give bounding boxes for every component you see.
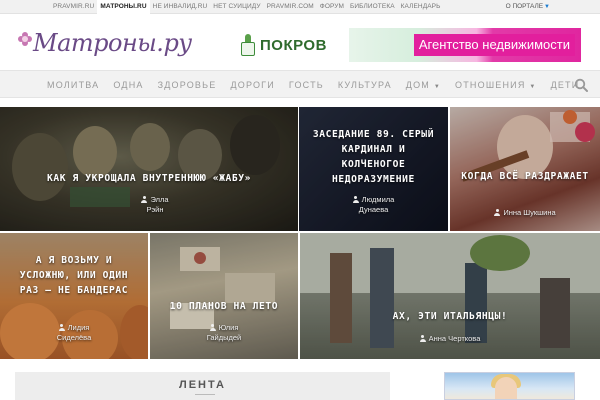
tile-title: Заседание 89. Серый кардинал и колченого… bbox=[312, 129, 435, 185]
feed-heading: ЛЕНТА bbox=[179, 379, 226, 391]
tile-title: А я возьму и усложню, или Один раз — не … bbox=[19, 255, 129, 296]
network-link-calendar[interactable]: КАЛЕНДАРЬ bbox=[398, 0, 444, 14]
pokrov-label: ПОКРОВ bbox=[260, 36, 327, 54]
logo-text: Матроны.ру bbox=[33, 29, 192, 57]
tile-author: Лидия Сиделёва bbox=[56, 323, 92, 342]
article-tile[interactable]: Когда всё раздражает Инна Шукшина bbox=[450, 107, 600, 231]
tile-title: Когда всё раздражает bbox=[461, 171, 589, 182]
article-tile[interactable]: 10 планов на лето Юлия Гайдыдей bbox=[150, 233, 298, 359]
main-nav: МОЛИТВА ОДНА ЗДОРОВЬЕ ДОРОГИ ГОСТЬ КУЛЬТ… bbox=[0, 70, 600, 98]
tile-author: Анна Черткова bbox=[300, 334, 600, 344]
sidebar-ad[interactable] bbox=[444, 372, 575, 400]
network-link-library[interactable]: БИБЛИОТЕКА bbox=[347, 0, 398, 14]
site-logo[interactable]: Матроны.ру bbox=[18, 26, 192, 60]
user-icon bbox=[494, 209, 501, 216]
tile-author: Элла Рэйн bbox=[55, 195, 255, 215]
user-icon bbox=[352, 196, 359, 203]
nav-item-dom[interactable]: ДОМ ▼ bbox=[399, 71, 448, 99]
tile-author: Инна Шукшина bbox=[450, 208, 600, 218]
network-link-pravmir[interactable]: PRAVMIR.RU bbox=[50, 0, 97, 14]
network-links: PRAVMIR.RU МАТРОНЫ.RU НЕ ИНВАЛИД.RU НЕТ … bbox=[50, 0, 443, 14]
tile-author: Людмила Дунаева bbox=[299, 195, 448, 215]
network-bar: PRAVMIR.RU МАТРОНЫ.RU НЕ ИНВАЛИД.RU НЕТ … bbox=[0, 0, 600, 14]
nav-item-otnosheniya[interactable]: ОТНОШЕНИЯ ▼ bbox=[448, 71, 544, 99]
about-portal-label: О ПОРТАЛЕ bbox=[505, 3, 544, 10]
nav-item-molitva[interactable]: МОЛИТВА bbox=[40, 71, 106, 99]
feed-divider bbox=[195, 394, 215, 398]
article-tile[interactable]: Заседание 89. Серый кардинал и колченого… bbox=[299, 107, 448, 231]
search-icon[interactable] bbox=[574, 78, 588, 92]
feed-section: ЛЕНТА bbox=[15, 372, 390, 400]
network-link-netsuicidu[interactable]: НЕТ СУИЦИДУ bbox=[210, 0, 263, 14]
article-tile[interactable]: Как я укрощала внутреннюю «жабу» Элла Рэй… bbox=[0, 107, 298, 231]
nav-item-gost[interactable]: ГОСТЬ bbox=[282, 71, 331, 99]
user-icon bbox=[141, 196, 148, 203]
user-icon bbox=[209, 324, 216, 331]
nav-item-odna[interactable]: ОДНА bbox=[106, 71, 150, 99]
flower-icon bbox=[18, 32, 32, 46]
user-icon bbox=[419, 335, 426, 342]
tile-title: 10 планов на лето bbox=[169, 301, 279, 312]
banner-text: Агентство недвижимости bbox=[413, 34, 575, 56]
nav-item-kultura[interactable]: КУЛЬТУРА bbox=[331, 71, 399, 99]
network-link-pravmir-com[interactable]: PRAVMIR.COM bbox=[264, 0, 317, 14]
network-link-forum[interactable]: ФОРУМ bbox=[317, 0, 347, 14]
nav-item-zdorovye[interactable]: ЗДОРОВЬЕ bbox=[151, 71, 224, 99]
pokrov-emblem-icon bbox=[240, 34, 256, 56]
site-header: Матроны.ру ПОКРОВ Агентство недвижимости bbox=[0, 14, 600, 70]
nav-item-dorogi[interactable]: ДОРОГИ bbox=[223, 71, 281, 99]
chevron-down-icon: ▼ bbox=[526, 84, 537, 90]
network-link-matrony[interactable]: МАТРОНЫ.RU bbox=[97, 0, 150, 14]
about-portal-dropdown[interactable]: О ПОРТАЛЕ▼ bbox=[506, 0, 550, 14]
network-link-neinvalid[interactable]: НЕ ИНВАЛИД.RU bbox=[150, 0, 211, 14]
tile-author: Юлия Гайдыдей bbox=[206, 323, 242, 342]
pokrov-ad[interactable]: ПОКРОВ bbox=[240, 32, 327, 58]
caret-down-icon: ▼ bbox=[544, 4, 550, 10]
tile-title: Ах, эти итальянцы! bbox=[392, 311, 508, 322]
user-icon bbox=[58, 324, 65, 331]
article-tile[interactable]: А я возьму и усложню, или Один раз — не … bbox=[0, 233, 148, 359]
chevron-down-icon: ▼ bbox=[431, 84, 442, 90]
tile-title: Как я укрощала внутреннюю «жабу» bbox=[46, 173, 252, 184]
real-estate-banner[interactable]: Агентство недвижимости bbox=[349, 28, 581, 62]
article-tile[interactable]: Ах, эти итальянцы! Анна Черткова bbox=[300, 233, 600, 359]
